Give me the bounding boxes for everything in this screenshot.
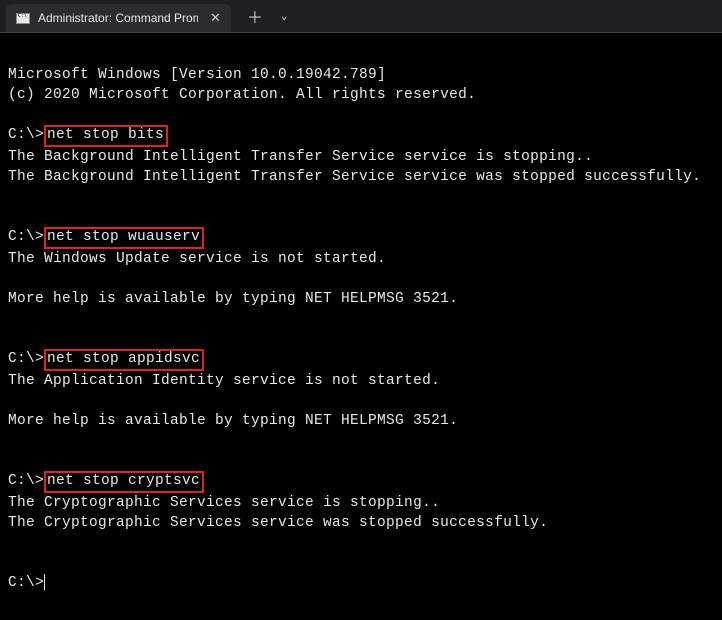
prompt: C:\> bbox=[8, 473, 44, 489]
output-line: The Application Identity service is not … bbox=[8, 373, 440, 389]
command-4: net stop cryptsvc bbox=[44, 471, 204, 493]
terminal-tab[interactable]: C:\ Administrator: Command Promp ✕ bbox=[6, 4, 231, 32]
command-3: net stop appidsvc bbox=[44, 349, 204, 371]
prompt: C:\> bbox=[8, 351, 44, 367]
plus-icon[interactable]: ＋ bbox=[247, 4, 263, 28]
prompt: C:\> bbox=[8, 127, 44, 143]
output-line: The Windows Update service is not starte… bbox=[8, 251, 386, 267]
output-line: The Background Intelligent Transfer Serv… bbox=[8, 149, 593, 165]
output-line: The Cryptographic Services service was s… bbox=[8, 515, 548, 531]
cmd-icon: C:\ bbox=[16, 13, 30, 24]
output-line: The Cryptographic Services service is st… bbox=[8, 495, 440, 511]
close-icon[interactable]: ✕ bbox=[210, 10, 221, 26]
text-cursor bbox=[44, 574, 45, 590]
command-2: net stop wuauserv bbox=[44, 227, 204, 249]
version-line: Microsoft Windows [Version 10.0.19042.78… bbox=[8, 67, 386, 83]
tab-title: Administrator: Command Promp bbox=[38, 11, 198, 25]
prompt: C:\> bbox=[8, 575, 44, 591]
command-1: net stop bits bbox=[44, 125, 168, 147]
output-line: The Background Intelligent Transfer Serv… bbox=[8, 169, 701, 185]
terminal-output[interactable]: Microsoft Windows [Version 10.0.19042.78… bbox=[0, 32, 722, 620]
prompt: C:\> bbox=[8, 229, 44, 245]
chevron-down-icon[interactable]: ⌄ bbox=[281, 9, 288, 23]
titlebar: C:\ Administrator: Command Promp ✕ ＋ ⌄ bbox=[0, 0, 722, 32]
output-line: More help is available by typing NET HEL… bbox=[8, 413, 458, 429]
output-line: More help is available by typing NET HEL… bbox=[8, 291, 458, 307]
copyright-line: (c) 2020 Microsoft Corporation. All righ… bbox=[8, 87, 476, 103]
